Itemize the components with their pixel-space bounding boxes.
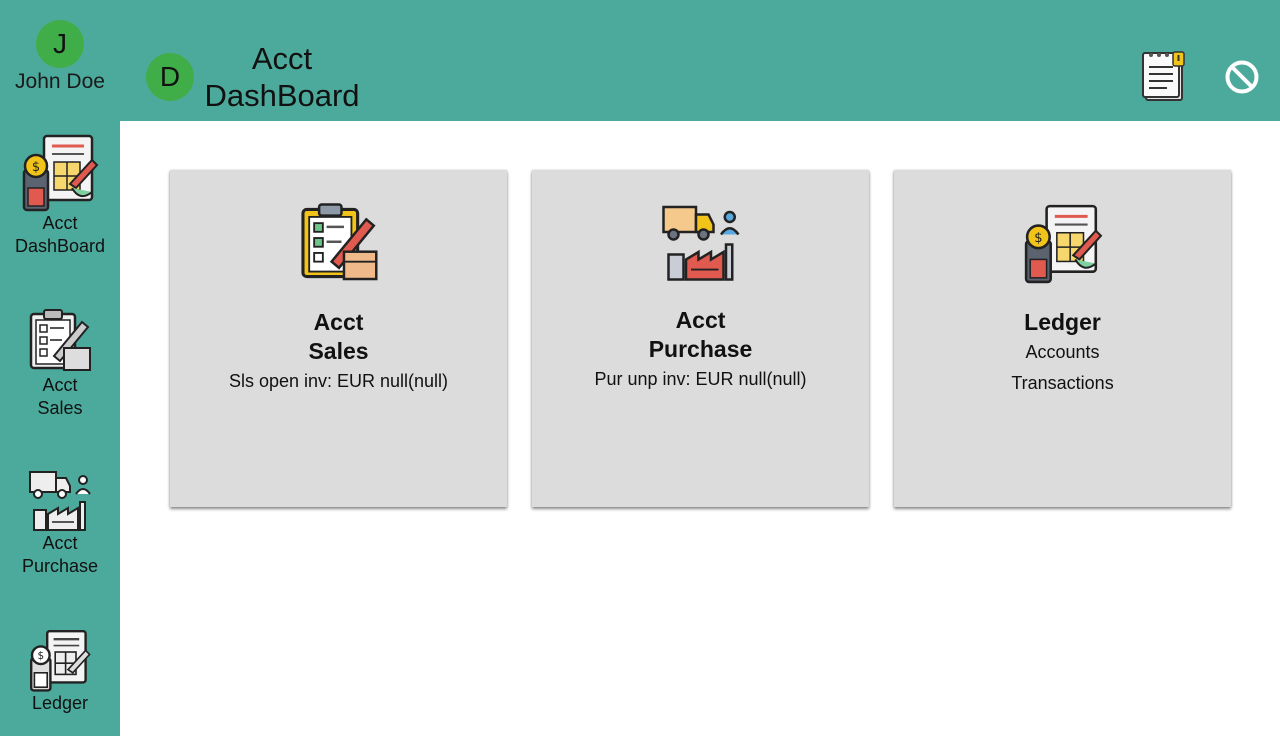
card-title: Acct Purchase [648,307,753,362]
user-name: John Doe [15,70,105,93]
block-button[interactable] [1222,57,1262,97]
ledger-calculator-icon: $ [29,630,91,692]
notepad-icon [1142,51,1185,101]
card-link-accounts[interactable]: Accounts [894,337,1231,368]
card-title: Ledger [1024,309,1101,335]
svg-text:$: $ [37,650,44,662]
card-link-transactions[interactable]: Transactions [894,368,1231,399]
sidebar-item-acct-dashboard[interactable]: $ Acct DashBoard [0,132,120,258]
ledger-calculator-icon: $ [1024,204,1102,284]
app-bar [0,0,1280,121]
sidebar-item-label: Ledger [31,693,89,713]
truck-factory-icon [661,205,740,281]
clipboard-sales-icon [29,309,91,371]
user-avatar[interactable]: J [36,20,84,68]
company-avatar[interactable]: D [146,53,194,101]
card-acct-sales[interactable]: Acct Sales Sls open inv: EUR null(null) [170,170,507,507]
sidebar-item-acct-purchase[interactable]: Acct Purchase [0,468,120,578]
sidebar-item-label: Acct DashBoard [14,213,106,256]
sidebar-item-acct-sales[interactable]: Acct Sales [0,308,120,420]
ledger-calculator-icon: $ [22,134,99,212]
sidebar-item-ledger[interactable]: $ Ledger [0,628,120,715]
notes-button[interactable] [1140,50,1188,104]
block-icon [1225,60,1259,94]
svg-text:$: $ [32,160,40,175]
user-profile[interactable]: J John Doe [0,20,120,94]
sidebar-item-label: Acct Purchase [21,533,99,576]
card-text: Pur unp inv: EUR null(null) [594,369,807,389]
card-text: Sls open inv: EUR null(null) [228,371,449,391]
card-acct-purchase[interactable]: Acct Purchase Pur unp inv: EUR null(null… [532,170,869,507]
card-ledger[interactable]: $ Ledger Accounts Transactions [894,170,1231,507]
svg-text:$: $ [1034,231,1042,246]
page-title: Acct DashBoard [204,41,360,113]
card-title: Acct Sales [308,309,369,364]
sidebar-item-label: Acct Sales [37,375,83,418]
truck-factory-icon [29,471,91,531]
clipboard-sales-icon [300,203,378,281]
